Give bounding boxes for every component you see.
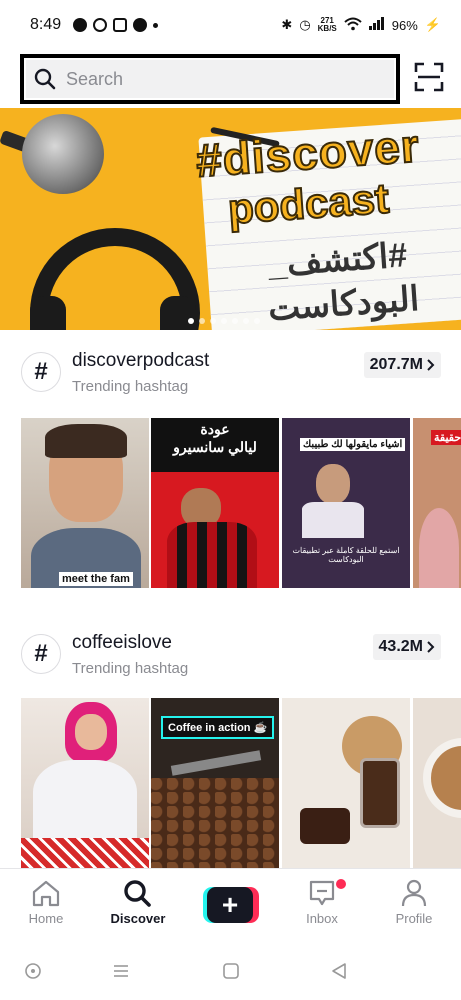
thumbnail-caption-line2: ليالي سانسيرو [173,439,257,455]
hashtag-subtitle: Trending hashtag [72,660,189,677]
banner-headphone-cup-left [30,296,66,330]
video-thumbnail[interactable]: Coffee in action ☕ [151,698,279,868]
more-notifications-icon [153,22,159,28]
search-placeholder: Search [66,68,124,89]
chevron-right-icon [427,641,435,653]
banner-microphone [22,114,104,194]
spotify-icon [73,18,88,32]
hashtag-name: discoverpodcast [72,350,210,371]
hashtag-count-value: 43.2M [378,638,423,655]
banner-page-indicator [188,318,260,324]
hashtag-name: coffeeislove [72,632,172,653]
thumbnail-caption-line1: عودة [200,421,230,437]
signal-icon [368,17,385,33]
video-thumbnail[interactable]: حقيقة [413,418,461,588]
network-speed: 271 KB/S [317,16,337,33]
discover-banner[interactable]: #discover podcast #اكتشف_ البودكاست [0,108,461,330]
chevron-right-icon [427,359,435,371]
thumbnail-subcaption: استمع للحلقة كاملة عبر تطبيقات البودكاست [292,546,400,564]
nav-home-label: Home [28,911,64,926]
bottom-navigation: Home Discover + Inbox Profile [0,868,461,940]
home-button-icon[interactable] [222,962,240,980]
assistant-button-icon[interactable] [24,962,42,980]
video-thumbnail[interactable] [282,698,410,868]
search-icon [34,68,56,90]
alarm-icon: ◷ [299,17,311,32]
notification-icon [93,18,108,32]
system-navigation-bar [0,940,461,1000]
video-thumbnail[interactable]: اشياء مايقولها لك طبيبك استمع للحلقة كام… [282,418,410,588]
nav-inbox-label: Inbox [306,911,338,926]
banner-headphone-cup-right [160,296,196,330]
hashtag-subtitle: Trending hashtag [72,378,189,395]
video-thumbnail[interactable] [413,698,461,868]
hashtag-count-value: 207.7M [369,356,423,373]
nav-profile[interactable]: Profile [374,879,454,926]
thumbnail-caption: اشياء مايقولها لك طبيبك [300,438,406,451]
wifi-icon [344,17,362,34]
profile-icon [401,879,427,907]
hashtag-view-count[interactable]: 207.7M [363,352,441,378]
thumbnail-caption: meet the fam [59,572,133,586]
video-thumbnail[interactable] [21,698,149,868]
football-icon [133,18,148,32]
status-bar: 8:49 ✱ ◷ 271 KB/S 96% ⚡ [0,0,461,50]
hashtag-view-count[interactable]: 43.2M [372,634,441,660]
hashtag-header-coffeeislove[interactable]: # coffeeislove Trending hashtag 43.2M [0,630,461,686]
nav-discover-label: Discover [110,911,166,926]
instagram-icon [113,18,128,32]
nav-profile-label: Profile [395,911,433,926]
bluetooth-icon: ✱ [281,17,293,32]
nav-home[interactable]: Home [6,879,86,926]
back-button-icon[interactable] [330,962,348,980]
plus-icon: + [207,887,253,923]
recent-apps-icon[interactable] [112,962,130,980]
search-input[interactable]: Search [20,54,400,104]
thumbnail-caption: حقيقة [431,430,461,445]
status-time: 8:49 [30,16,62,33]
home-icon [32,880,60,907]
inbox-notification-dot [336,879,346,889]
search-icon [124,880,151,907]
hashtag-header-discoverpodcast[interactable]: # discoverpodcast Trending hashtag 207.7… [0,348,461,404]
video-thumbnails-row: Coffee in action ☕ [21,698,461,868]
nav-discover[interactable]: Discover [98,879,178,926]
inbox-icon [309,880,335,906]
battery-level: 96% [391,17,418,33]
create-button[interactable]: + [203,887,259,923]
hashtag-icon: # [21,634,61,674]
nav-inbox[interactable]: Inbox [282,879,362,926]
charging-icon: ⚡ [424,17,441,32]
video-thumbnails-row: meet the fam عودة ليالي سانسيرو اشياء ما… [21,418,461,588]
search-row: Search [0,52,461,104]
video-thumbnail[interactable]: meet the fam [21,418,149,588]
scan-qr-button[interactable] [414,62,444,92]
scan-icon [414,62,444,92]
hashtag-icon: # [21,352,61,392]
video-thumbnail[interactable]: عودة ليالي سانسيرو [151,418,279,588]
thumbnail-caption: Coffee in action ☕ [161,716,275,739]
